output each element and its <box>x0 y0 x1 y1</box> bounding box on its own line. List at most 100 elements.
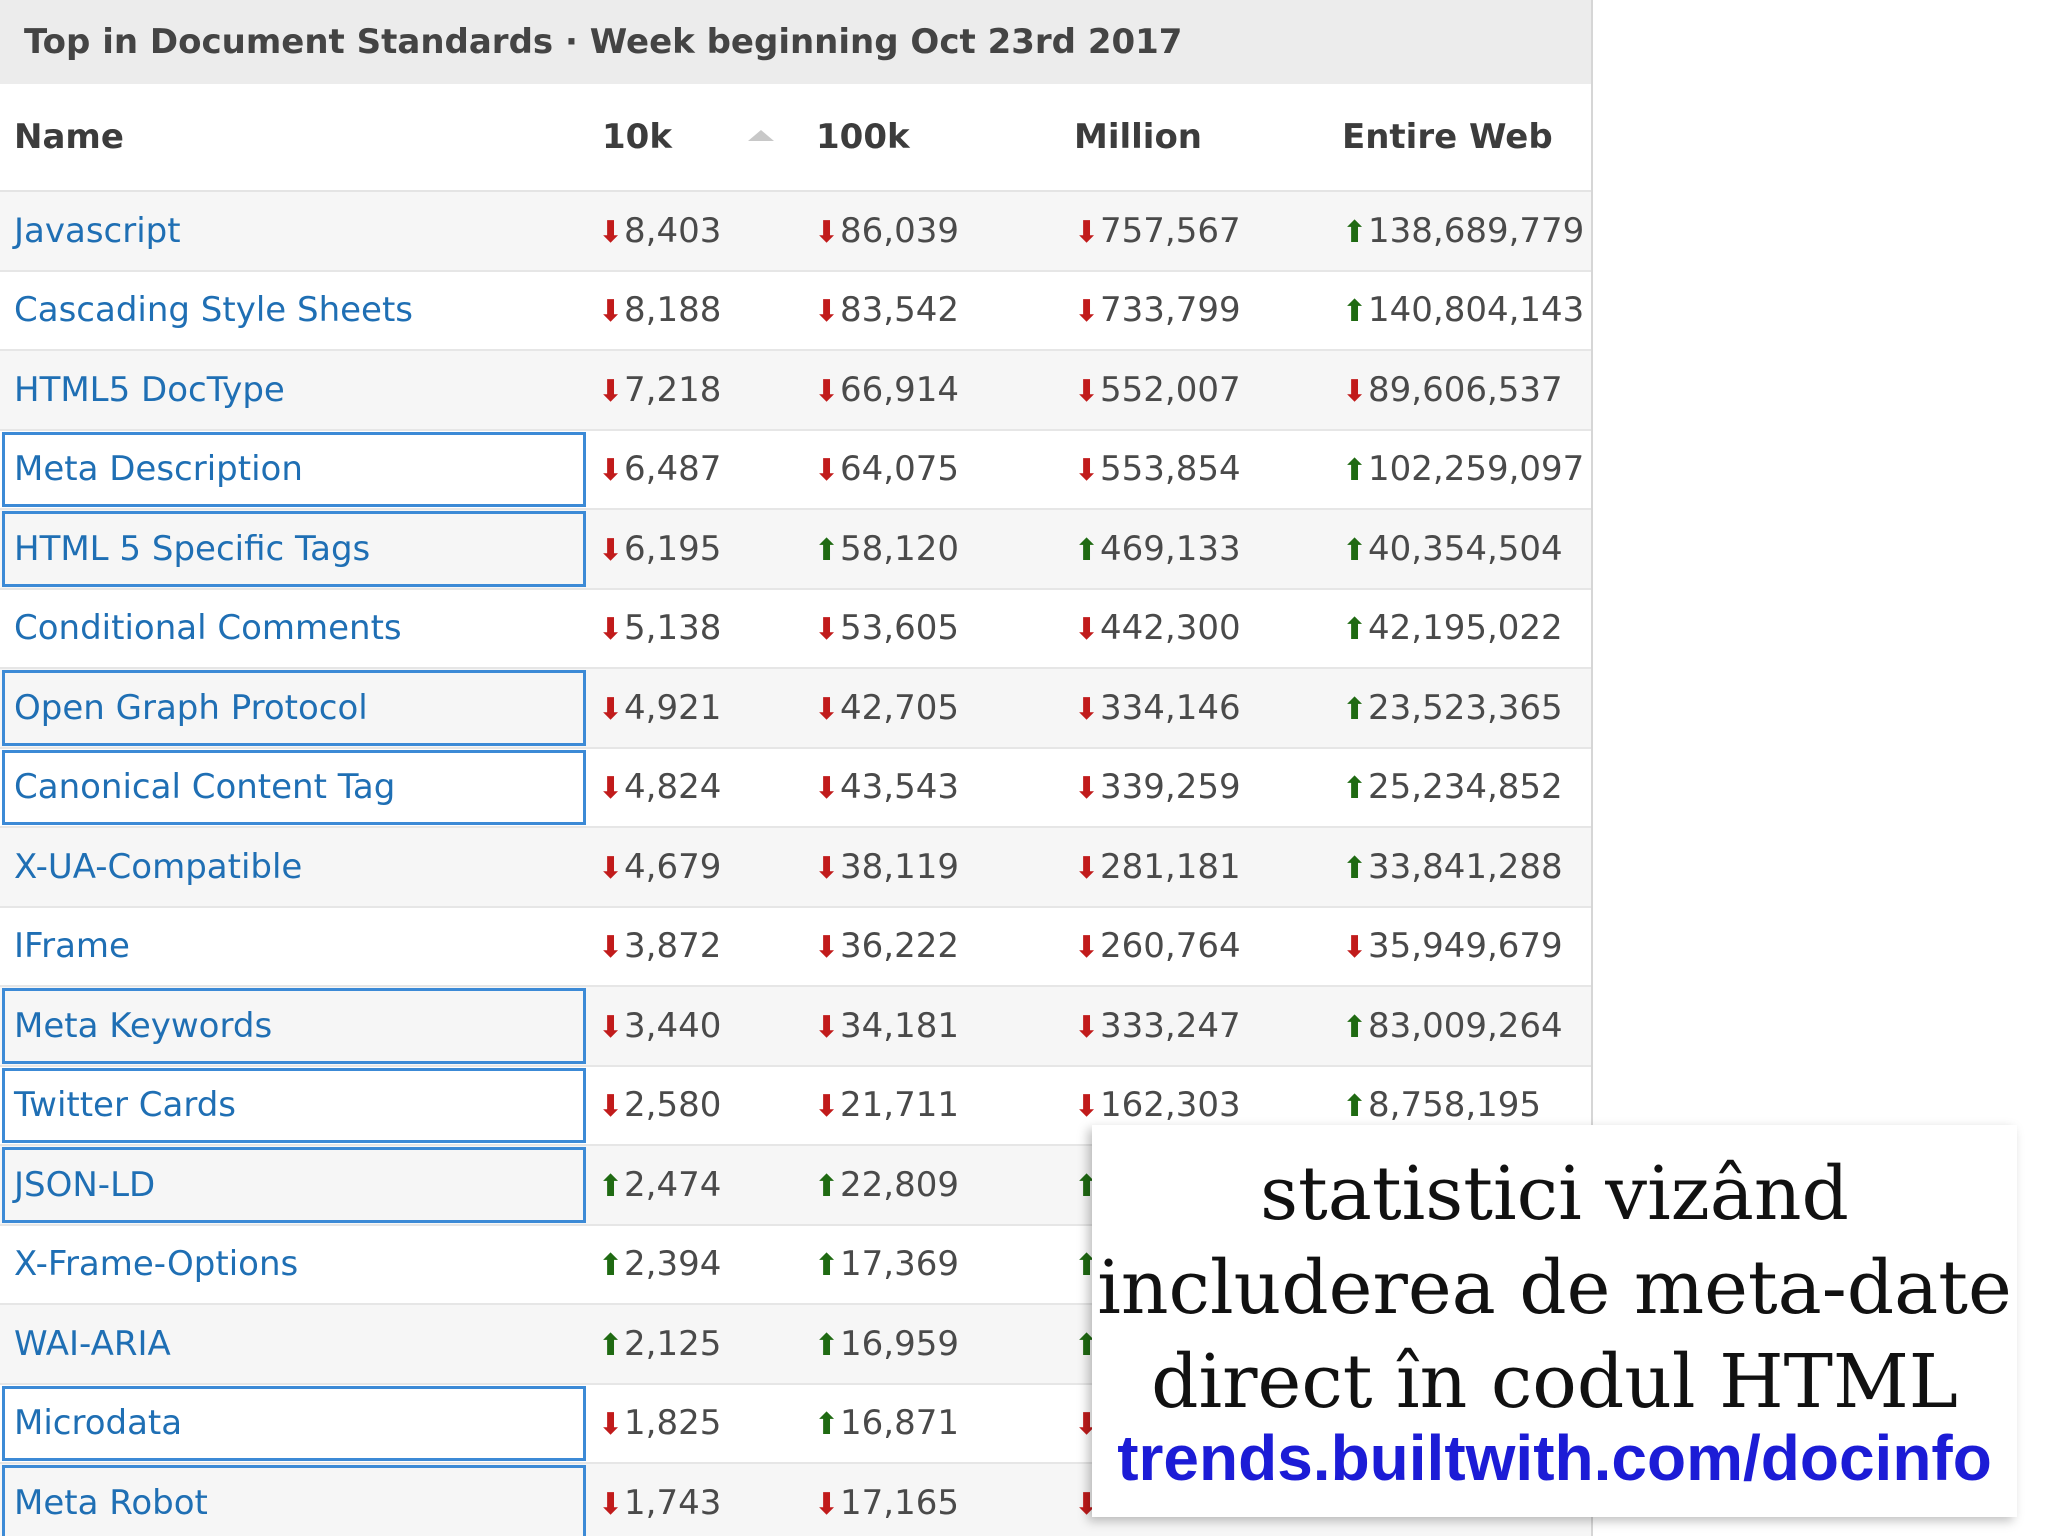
technology-link[interactable]: Conditional Comments <box>0 588 588 669</box>
cell-entire-web: ⬆138,689,779 <box>1314 191 1591 272</box>
cell-value: 6,195 <box>624 528 722 569</box>
cell-100k: ⬇21,711 <box>794 1065 1044 1146</box>
cell-value: 17,165 <box>840 1482 959 1523</box>
cell-10k: ⬇7,218 <box>588 350 794 431</box>
cell-100k: ⬇43,543 <box>794 747 1044 828</box>
table-row: X-UA-Compatible ⬇4,679 ⬇38,119 ⬇281,181 ⬆33,… <box>0 827 1591 908</box>
trend-down-icon: ⬇ <box>598 850 624 886</box>
trend-down-icon: ⬇ <box>814 1089 840 1125</box>
cell-100k: ⬆16,871 <box>794 1383 1044 1464</box>
technology-link[interactable]: HTML5 DocType <box>0 350 588 431</box>
trend-up-icon: ⬆ <box>814 1168 840 1204</box>
trend-down-icon: ⬇ <box>598 930 624 966</box>
trend-down-icon: ⬇ <box>598 691 624 727</box>
technology-link[interactable]: WAI-ARIA <box>0 1304 588 1385</box>
trend-down-icon: ⬇ <box>598 771 624 807</box>
table-row: Meta Keywords ⬇3,440 ⬇34,181 ⬇333,247 ⬆83,00… <box>0 986 1591 1067</box>
cell-10k: ⬇3,872 <box>588 906 794 987</box>
technology-link[interactable]: Canonical Content Tag <box>0 747 588 828</box>
trend-down-icon: ⬇ <box>814 930 840 966</box>
trend-up-icon: ⬆ <box>1342 771 1368 807</box>
technology-link[interactable]: Javascript <box>0 191 588 272</box>
cell-value: 58,120 <box>840 528 959 569</box>
cell-10k: ⬇1,825 <box>588 1383 794 1464</box>
technology-link[interactable]: Microdata <box>0 1383 588 1464</box>
cell-100k: ⬆16,959 <box>794 1304 1044 1385</box>
trend-down-icon: ⬇ <box>1074 1009 1100 1045</box>
column-header-10k[interactable]: 10k <box>588 84 794 192</box>
column-header-entire-web[interactable]: Entire Web <box>1314 84 1591 192</box>
trend-down-icon: ⬇ <box>598 1486 624 1522</box>
cell-value: 1,825 <box>624 1403 722 1444</box>
trend-up-icon: ⬆ <box>814 1407 840 1443</box>
technology-link[interactable]: Open Graph Protocol <box>0 668 588 749</box>
cell-100k: ⬆17,369 <box>794 1224 1044 1305</box>
cell-value: 8,403 <box>624 210 722 251</box>
trend-up-icon: ⬆ <box>598 1168 624 1204</box>
trend-down-icon: ⬇ <box>814 1009 840 1045</box>
sort-ascending-icon[interactable] <box>748 130 774 141</box>
trend-down-icon: ⬇ <box>814 850 840 886</box>
cell-value: 38,119 <box>840 846 959 887</box>
caption-link[interactable]: trends.builtwith.com/docinfo <box>1092 1421 2017 1495</box>
technology-link[interactable]: Cascading Style Sheets <box>0 270 588 351</box>
cell-entire-web: ⬆23,523,365 <box>1314 668 1591 749</box>
cell-value: 33,841,288 <box>1368 846 1563 887</box>
trend-down-icon: ⬇ <box>1074 771 1100 807</box>
cell-value: 138,689,779 <box>1368 210 1585 251</box>
trend-up-icon: ⬆ <box>1342 612 1368 648</box>
trend-down-icon: ⬇ <box>814 691 840 727</box>
trend-down-icon: ⬇ <box>598 214 624 250</box>
technology-link[interactable]: JSON-LD <box>0 1145 588 1226</box>
cell-100k: ⬇17,165 <box>794 1463 1044 1536</box>
trend-down-icon: ⬇ <box>1074 373 1100 409</box>
cell-value: 22,809 <box>840 1164 959 1205</box>
table-row: Cascading Style Sheets ⬇8,188 ⬇83,542 ⬇733,… <box>0 270 1591 351</box>
trend-down-icon: ⬇ <box>598 294 624 330</box>
trend-down-icon: ⬇ <box>814 373 840 409</box>
technology-link[interactable]: Meta Keywords <box>0 986 588 1067</box>
trend-down-icon: ⬇ <box>1342 373 1368 409</box>
caption-line: includerea de meta-date <box>1097 1245 2012 1331</box>
trend-up-icon: ⬆ <box>814 532 840 568</box>
cell-value: 4,824 <box>624 767 722 808</box>
cell-100k: ⬇42,705 <box>794 668 1044 749</box>
cell-value: 552,007 <box>1100 369 1241 410</box>
technology-link[interactable]: X-Frame-Options <box>0 1224 588 1305</box>
trend-up-icon: ⬆ <box>1342 1009 1368 1045</box>
cell-value: 2,125 <box>624 1323 722 1364</box>
column-header-name[interactable]: Name <box>0 84 588 192</box>
technology-link[interactable]: Twitter Cards <box>0 1065 588 1146</box>
technology-link[interactable]: X-UA-Compatible <box>0 827 588 908</box>
column-header-100k[interactable]: 100k <box>794 84 1044 192</box>
cell-100k: ⬇83,542 <box>794 270 1044 351</box>
cell-value: 442,300 <box>1100 608 1241 649</box>
technology-link[interactable]: Meta Description <box>0 429 588 510</box>
trend-down-icon: ⬇ <box>1074 214 1100 250</box>
cell-10k: ⬇5,138 <box>588 588 794 669</box>
cell-million: ⬇733,799 <box>1044 270 1314 351</box>
cell-10k: ⬇4,921 <box>588 668 794 749</box>
cell-value: 42,195,022 <box>1368 608 1563 649</box>
cell-million: ⬇757,567 <box>1044 191 1314 272</box>
cell-value: 4,679 <box>624 846 722 887</box>
table-row: Javascript ⬇8,403 ⬇86,039 ⬇757,567 ⬆138,689,… <box>0 191 1591 272</box>
technology-link[interactable]: Meta Robot <box>0 1463 588 1536</box>
cell-value: 733,799 <box>1100 290 1241 331</box>
trend-down-icon: ⬇ <box>1342 930 1368 966</box>
cell-million: ⬇260,764 <box>1044 906 1314 987</box>
trend-down-icon: ⬇ <box>1074 453 1100 489</box>
technology-link[interactable]: IFrame <box>0 906 588 987</box>
cell-value: 5,138 <box>624 608 722 649</box>
trend-up-icon: ⬆ <box>1342 1089 1368 1125</box>
trend-down-icon: ⬇ <box>598 1009 624 1045</box>
trend-down-icon: ⬇ <box>814 612 840 648</box>
cell-value: 25,234,852 <box>1368 767 1563 808</box>
cell-100k: ⬇66,914 <box>794 350 1044 431</box>
cell-entire-web: ⬆25,234,852 <box>1314 747 1591 828</box>
trend-down-icon: ⬇ <box>1074 930 1100 966</box>
trend-down-icon: ⬇ <box>1074 1089 1100 1125</box>
technology-link[interactable]: HTML 5 Specific Tags <box>0 509 588 590</box>
column-header-million[interactable]: Million <box>1044 84 1314 192</box>
cell-10k: ⬆2,394 <box>588 1224 794 1305</box>
